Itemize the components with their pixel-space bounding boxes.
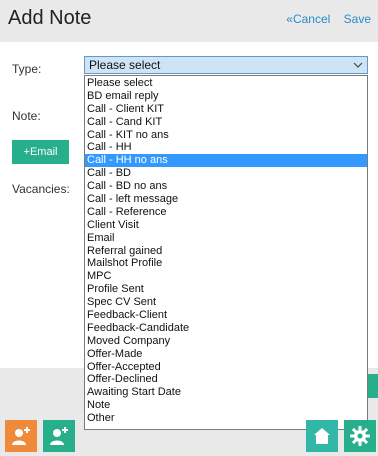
dropdown-option[interactable]: Profile Sent — [85, 283, 367, 296]
dropdown-option[interactable]: Spec CV Sent — [85, 296, 367, 309]
home-icon — [314, 428, 330, 444]
save-link[interactable]: Save — [344, 12, 371, 26]
gear-icon — [350, 426, 370, 446]
dropdown-option[interactable]: Call - HH — [85, 141, 367, 154]
dropdown-option[interactable]: Offer-Made — [85, 348, 367, 361]
dropdown-option[interactable]: Offer-Accepted — [85, 361, 367, 374]
dropdown-option[interactable]: Call - Reference — [85, 206, 367, 219]
dropdown-option[interactable]: Referral gained — [85, 245, 367, 258]
cancel-link[interactable]: «Cancel — [286, 12, 330, 26]
dropdown-option[interactable]: Call - BD no ans — [85, 180, 367, 193]
dropdown-option[interactable]: Call - KIT no ans — [85, 129, 367, 142]
type-select[interactable]: Please select — [84, 56, 368, 74]
dropdown-option[interactable]: Call - Client KIT — [85, 103, 367, 116]
dropdown-option[interactable]: Feedback-Candidate — [85, 322, 367, 335]
dropdown-option[interactable]: Please select — [85, 77, 367, 90]
vacancies-label: Vacancies: — [12, 182, 70, 196]
dropdown-option[interactable]: Feedback-Client — [85, 309, 367, 322]
dropdown-option[interactable]: Call - BD — [85, 167, 367, 180]
dropdown-option[interactable]: Awaiting Start Date — [85, 386, 367, 399]
header-actions: «Cancel Save — [276, 12, 371, 26]
type-select-value: Please select — [89, 58, 161, 72]
dropdown-option[interactable]: Client Visit — [85, 219, 367, 232]
page-title: Add Note — [8, 7, 92, 29]
type-dropdown-list: Please select BD email reply Call - Client… — [84, 75, 368, 430]
home-button[interactable] — [306, 420, 338, 452]
add-user-icon — [50, 427, 68, 445]
add-email-button[interactable]: +Email — [12, 140, 69, 164]
dropdown-option[interactable]: Offer-Declined — [85, 373, 367, 386]
dropdown-option[interactable]: Call - left message — [85, 193, 367, 206]
partial-button[interactable] — [368, 374, 378, 398]
settings-button[interactable] — [344, 420, 376, 452]
dropdown-option[interactable]: Note — [85, 399, 367, 412]
dropdown-option[interactable]: Email — [85, 232, 367, 245]
add-candidate-button[interactable] — [5, 420, 37, 452]
dropdown-option[interactable]: Moved Company — [85, 335, 367, 348]
header-bar: Add Note «Cancel Save — [0, 0, 378, 42]
dropdown-option[interactable]: BD email reply — [85, 90, 367, 103]
add-contact-button[interactable] — [43, 420, 75, 452]
dropdown-option[interactable]: Mailshot Profile — [85, 257, 367, 270]
dropdown-option[interactable]: Call - Cand KIT — [85, 116, 367, 129]
dropdown-option[interactable]: Call - HH no ans — [85, 154, 367, 168]
dropdown-option[interactable]: MPC — [85, 270, 367, 283]
add-user-icon — [12, 427, 30, 445]
type-label: Type: — [12, 62, 42, 76]
note-label: Note: — [12, 109, 41, 123]
